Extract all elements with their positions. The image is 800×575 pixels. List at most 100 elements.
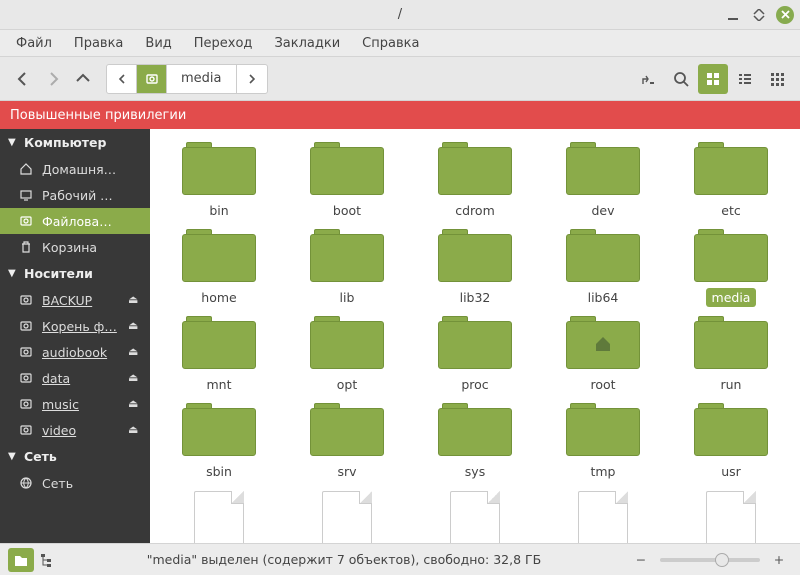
path-history-right-icon[interactable] xyxy=(237,65,267,93)
eject-icon[interactable]: ⏏ xyxy=(128,397,142,411)
eject-icon[interactable]: ⏏ xyxy=(128,423,142,437)
zoom-thumb[interactable] xyxy=(715,553,729,567)
eject-icon[interactable]: ⏏ xyxy=(128,345,142,359)
forward-button[interactable] xyxy=(38,64,68,94)
folder-root[interactable]: root xyxy=(544,315,662,396)
folder-run[interactable]: run xyxy=(672,315,790,396)
folder-label: boot xyxy=(327,201,367,220)
file-item[interactable] xyxy=(160,489,278,543)
sidebar-cat-label: Носители xyxy=(24,266,93,281)
sidebar-item-network[interactable]: Сеть xyxy=(0,470,150,496)
folder-lib64[interactable]: lib64 xyxy=(544,228,662,309)
menu-edit[interactable]: Правка xyxy=(64,32,133,55)
folder-sbin[interactable]: sbin xyxy=(160,402,278,483)
folder-usr[interactable]: usr xyxy=(672,402,790,483)
trash-icon xyxy=(18,239,34,255)
pathbar: media xyxy=(106,64,268,94)
sidebar-item-home[interactable]: Домашня… xyxy=(0,156,150,182)
folder-lib[interactable]: lib xyxy=(288,228,406,309)
folder-icon xyxy=(310,230,384,282)
file-item[interactable] xyxy=(288,489,406,543)
folder-label: srv xyxy=(331,462,362,481)
sidebar-item-label: Рабочий … xyxy=(42,188,142,203)
folder-lib32[interactable]: lib32 xyxy=(416,228,534,309)
file-item[interactable] xyxy=(416,489,534,543)
zoom-in-button[interactable]: + xyxy=(766,548,792,572)
sidebar-item-desktop[interactable]: Рабочий … xyxy=(0,182,150,208)
up-button[interactable] xyxy=(68,64,98,94)
chevron-down-icon: ▼ xyxy=(8,137,18,148)
sidebar-item-backup[interactable]: BACKUP ⏏ xyxy=(0,287,150,313)
sidebar-item-filesystem[interactable]: Файлова… xyxy=(0,208,150,234)
folder-view[interactable]: bin boot cdrom dev etc home lib lib32 li… xyxy=(150,129,800,543)
folder-bin[interactable]: bin xyxy=(160,141,278,222)
folder-icon xyxy=(566,317,640,369)
folder-mnt[interactable]: mnt xyxy=(160,315,278,396)
folder-icon xyxy=(694,230,768,282)
folder-opt[interactable]: opt xyxy=(288,315,406,396)
minimize-button[interactable] xyxy=(724,6,742,24)
path-root-button[interactable] xyxy=(137,65,167,93)
path-history-left-icon[interactable] xyxy=(107,65,137,93)
folder-label: bin xyxy=(203,201,234,220)
menu-go[interactable]: Переход xyxy=(184,32,263,55)
folder-icon xyxy=(694,404,768,456)
folder-icon xyxy=(438,143,512,195)
back-button[interactable] xyxy=(8,64,38,94)
show-places-button[interactable] xyxy=(8,548,34,572)
drive-icon xyxy=(18,396,34,412)
sidebar-item-audiobook[interactable]: audiobook ⏏ xyxy=(0,339,150,365)
eject-icon[interactable]: ⏏ xyxy=(128,371,142,385)
close-button[interactable] xyxy=(776,6,794,24)
sidebar-item-label: audiobook xyxy=(42,345,120,360)
menu-bookmarks[interactable]: Закладки xyxy=(264,32,350,55)
sidebar-cat-network[interactable]: ▼ Сеть xyxy=(0,443,150,470)
folder-label: home xyxy=(195,288,242,307)
folder-label: root xyxy=(584,375,621,394)
folder-sys[interactable]: sys xyxy=(416,402,534,483)
folder-boot[interactable]: boot xyxy=(288,141,406,222)
folder-cdrom[interactable]: cdrom xyxy=(416,141,534,222)
file-item[interactable] xyxy=(672,489,790,543)
folder-icon xyxy=(438,230,512,282)
folder-dev[interactable]: dev xyxy=(544,141,662,222)
folder-icon xyxy=(694,143,768,195)
zoom-out-button[interactable]: − xyxy=(628,548,654,572)
folder-etc[interactable]: etc xyxy=(672,141,790,222)
maximize-button[interactable] xyxy=(750,6,768,24)
folder-label: dev xyxy=(585,201,620,220)
menu-file[interactable]: Файл xyxy=(6,32,62,55)
path-segment-media[interactable]: media xyxy=(167,65,237,93)
sidebar-item-trash[interactable]: Корзина xyxy=(0,234,150,260)
folder-icon xyxy=(694,317,768,369)
eject-icon[interactable]: ⏏ xyxy=(128,293,142,307)
file-icon xyxy=(578,491,628,543)
folder-home[interactable]: home xyxy=(160,228,278,309)
folder-tmp[interactable]: tmp xyxy=(544,402,662,483)
menu-view[interactable]: Вид xyxy=(135,32,181,55)
sidebar-item-video[interactable]: video ⏏ xyxy=(0,417,150,443)
icon-view-button[interactable] xyxy=(698,64,728,94)
statusbar: "media" выделен (содержит 7 объектов), с… xyxy=(0,543,800,575)
list-view-button[interactable] xyxy=(730,64,760,94)
sidebar-cat-media[interactable]: ▼ Носители xyxy=(0,260,150,287)
sidebar-item-rootfs[interactable]: Корень ф… ⏏ xyxy=(0,313,150,339)
sidebar-item-label: Корень ф… xyxy=(42,319,120,334)
show-tree-button[interactable] xyxy=(34,548,60,572)
compact-view-button[interactable] xyxy=(762,64,792,94)
file-icon xyxy=(706,491,756,543)
sidebar-item-label: data xyxy=(42,371,120,386)
sidebar-item-data[interactable]: data ⏏ xyxy=(0,365,150,391)
folder-icon xyxy=(182,317,256,369)
sidebar-cat-computer[interactable]: ▼ Компьютер xyxy=(0,129,150,156)
file-item[interactable] xyxy=(544,489,662,543)
search-button[interactable] xyxy=(666,64,696,94)
folder-media[interactable]: media xyxy=(672,228,790,309)
zoom-slider[interactable] xyxy=(660,558,760,562)
eject-icon[interactable]: ⏏ xyxy=(128,319,142,333)
open-terminal-button[interactable] xyxy=(634,64,664,94)
menu-help[interactable]: Справка xyxy=(352,32,429,55)
sidebar-item-music[interactable]: music ⏏ xyxy=(0,391,150,417)
folder-srv[interactable]: srv xyxy=(288,402,406,483)
folder-proc[interactable]: proc xyxy=(416,315,534,396)
